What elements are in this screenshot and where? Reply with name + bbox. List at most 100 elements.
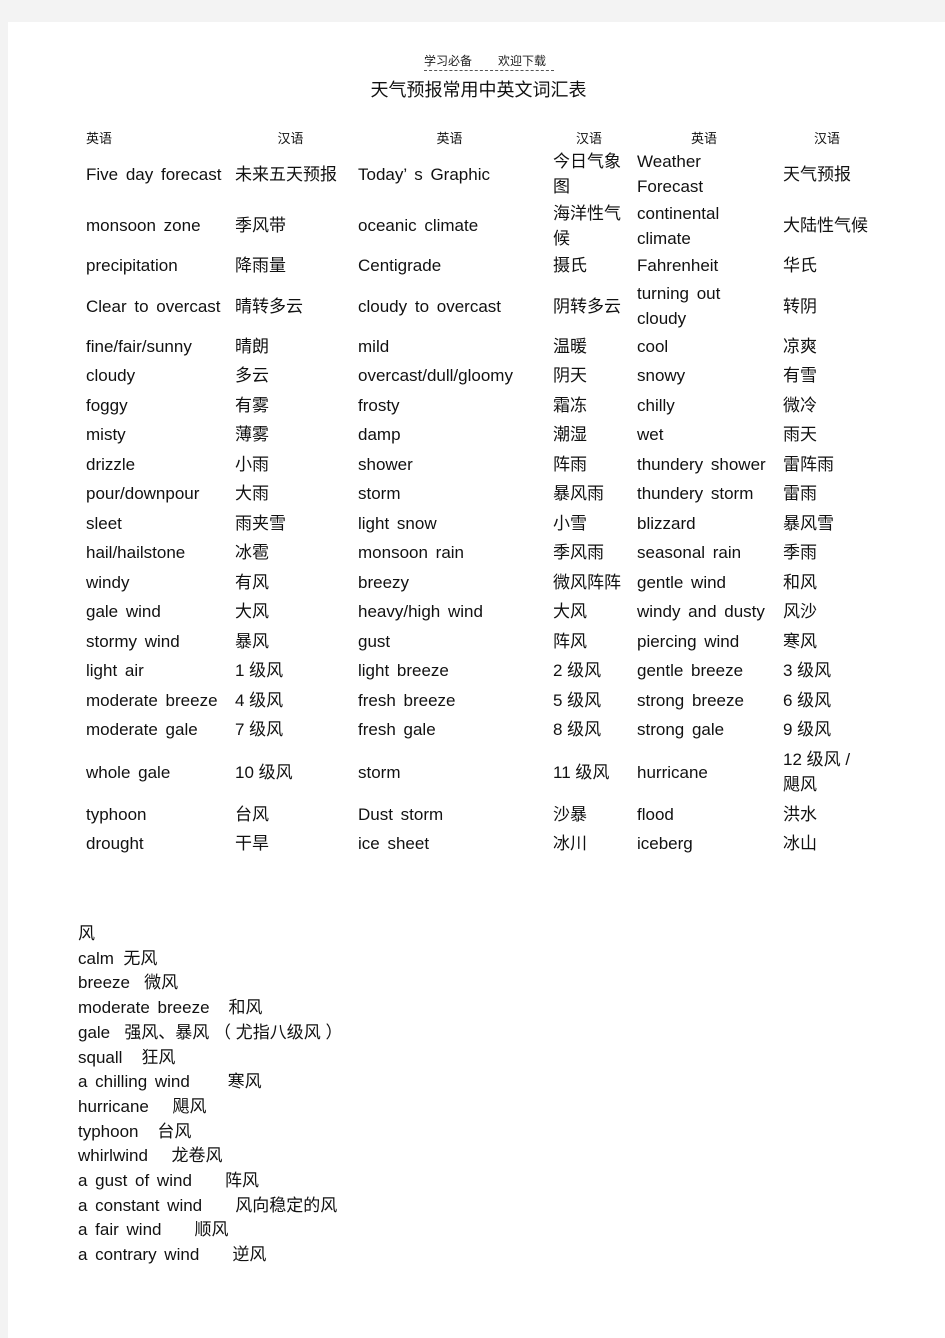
english-term-cell: chilly: [637, 395, 675, 415]
table-header-row: 英语 汉语 英语 汉语 英语 汉语: [80, 126, 877, 148]
chinese-term-cell: 阵雨: [553, 454, 587, 474]
table-row: stormy wind 暴风 gust 阵风 piercing wind 寒风: [80, 627, 877, 657]
wind-term-chinese: 顺风: [194, 1220, 229, 1240]
wind-term-chinese: 无风: [123, 948, 158, 968]
chinese-term-cell: 阵风: [553, 631, 587, 651]
wind-term-chinese: 台风: [157, 1121, 192, 1141]
table-row: windy 有风 breezy 微风阵阵 gentle wind 和风: [80, 568, 877, 598]
wind-term-english: a constant wind: [78, 1195, 203, 1215]
english-term-cell: gust: [358, 631, 391, 651]
chinese-term-cell: 冰雹: [235, 543, 269, 563]
table-row: moderate breeze 4 级风 fresh breeze 5 级风 stron…: [80, 686, 877, 716]
english-term-cell: hail/hailstone: [86, 543, 186, 563]
english-term-cell: thundery storm: [637, 484, 754, 504]
chinese-term-cell: 大陆性气候: [783, 216, 868, 235]
english-term-cell: hurricane: [637, 762, 708, 782]
wind-term-item: calm 无风: [78, 947, 342, 972]
column-header: 汉语: [575, 130, 602, 146]
chinese-term-cell: 未来五天预报: [235, 164, 337, 184]
english-term-cell: overcast/dull/gloomy: [358, 366, 513, 386]
wind-term-english: calm: [78, 948, 114, 968]
chinese-term-cell: 季风带: [235, 216, 286, 235]
english-term-cell: drought: [86, 834, 144, 854]
chinese-term-cell: 微风阵阵: [553, 572, 621, 592]
document-page: 学习必备 欢迎下载 天气预报常用中英文词汇表 英语 汉语 英语 汉语 英语 汉语 …: [8, 22, 945, 1338]
english-term-cell: stormy wind: [86, 631, 180, 651]
english-term-cell: precipitation: [86, 256, 178, 276]
english-term-cell: fresh gale: [358, 720, 436, 740]
table-row: light air 1 级风 light breeze 2 级风 gentle bree…: [80, 656, 877, 686]
table-row: hail/hailstone 冰雹 monsoon rain 季风雨 seasonal …: [80, 538, 877, 568]
chinese-term-cell: 10 级风: [235, 762, 293, 782]
english-term-cell: whole gale: [86, 762, 171, 782]
english-term-cell: thundery shower: [637, 454, 766, 474]
wind-term-english: gale: [78, 1022, 111, 1042]
wind-term-item: a gust of wind 阵风: [78, 1169, 342, 1194]
english-term-cell: gentle breeze: [637, 661, 744, 681]
chinese-term-cell: 大雨: [235, 484, 269, 504]
chinese-term-cell: 9 级风: [783, 720, 832, 740]
chinese-term-cell: 大风: [553, 602, 587, 622]
document-title: 天气预报常用中英文词汇表: [370, 80, 587, 100]
chinese-term-cell: 有风: [235, 572, 269, 592]
table-row: cloudy 多云 overcast/dull/gloomy 阴天 snowy 有雪: [80, 361, 877, 391]
english-term-cell: Five day forecast: [86, 164, 222, 184]
table-row: moderate gale 7 级风 fresh gale 8 级风 strong ga…: [80, 715, 877, 745]
english-term-cell: piercing wind: [637, 631, 740, 651]
english-term-cell: moderate breeze: [86, 690, 218, 710]
english-term-cell: frosty: [358, 395, 400, 415]
english-term-cell: storm: [358, 762, 401, 782]
chinese-term-cell: 干旱: [235, 834, 269, 854]
english-term-cell: monsoon zone: [86, 216, 201, 235]
chinese-term-cell: 4 级风: [235, 690, 284, 710]
chinese-term-cell: 风沙: [783, 602, 817, 622]
wind-term-chinese: 龙卷风: [171, 1146, 223, 1166]
chinese-term-cell: 薄雾: [235, 425, 269, 445]
chinese-term-cell: 降雨量: [235, 256, 286, 276]
chinese-term-cell: 大风: [235, 602, 269, 622]
table-row: sleet 雨夹雪 light snow 小雪 blizzard 暴风雪: [80, 509, 877, 539]
english-term-cell: cloudy: [86, 366, 136, 386]
english-term-cell: light air: [86, 661, 144, 681]
chinese-term-cell: 小雪: [553, 513, 587, 533]
chinese-term-cell: 洪水: [783, 804, 817, 824]
wind-term-chinese: 微风: [144, 973, 179, 993]
english-term-cell: heavy/high wind: [358, 602, 483, 622]
english-term-cell: typhoon: [86, 804, 147, 824]
wind-term-item: gale 强风、暴风 （ 尤指八级风 ）: [78, 1021, 342, 1046]
english-term-cell: breezy: [358, 572, 410, 592]
english-term-cell: cloudy to overcast: [358, 296, 502, 316]
chinese-term-cell: 2 级风: [553, 661, 602, 681]
wind-term-item: typhoon 台风: [78, 1120, 342, 1145]
table-row: pour/downpour 大雨 storm 暴风雨 thundery storm 雷雨: [80, 479, 877, 509]
english-term-cell: sleet: [86, 513, 122, 533]
english-term-cell: blizzard: [637, 513, 696, 533]
table-row: misty 薄雾 damp 潮湿 wet 雨天: [80, 420, 877, 450]
table-row: whole gale 10 级风 storm 11 级风 hurricane 12 级风 …: [80, 745, 877, 800]
chinese-term-cell: 凉爽: [783, 336, 817, 356]
wind-term-english: a chilling wind: [78, 1072, 190, 1092]
english-term-cell: continental climate: [637, 203, 720, 248]
english-term-cell: shower: [358, 454, 413, 474]
wind-term-item: a fair wind 顺风: [78, 1218, 342, 1243]
wind-term-item: a chilling wind 寒风: [78, 1070, 342, 1095]
chinese-term-cell: 有雾: [235, 395, 269, 415]
wind-term-chinese: 寒风: [227, 1072, 262, 1092]
chinese-term-cell: 海洋性气候: [553, 203, 621, 248]
english-term-cell: windy and dusty: [637, 602, 765, 622]
chinese-term-cell: 5 级风: [553, 690, 602, 710]
chinese-term-cell: 沙暴: [553, 804, 587, 824]
wind-term-english: breeze: [78, 973, 130, 993]
table-row: Clear to overcast 晴转多云 cloudy to overcast 阴…: [80, 281, 877, 332]
chinese-term-cell: 今日气象图: [553, 152, 621, 196]
english-term-cell: foggy: [86, 395, 128, 415]
english-term-cell: strong breeze: [637, 690, 744, 710]
vocabulary-table: 英语 汉语 英语 汉语 英语 汉语 Five day forecast 未来五天预…: [80, 126, 877, 859]
